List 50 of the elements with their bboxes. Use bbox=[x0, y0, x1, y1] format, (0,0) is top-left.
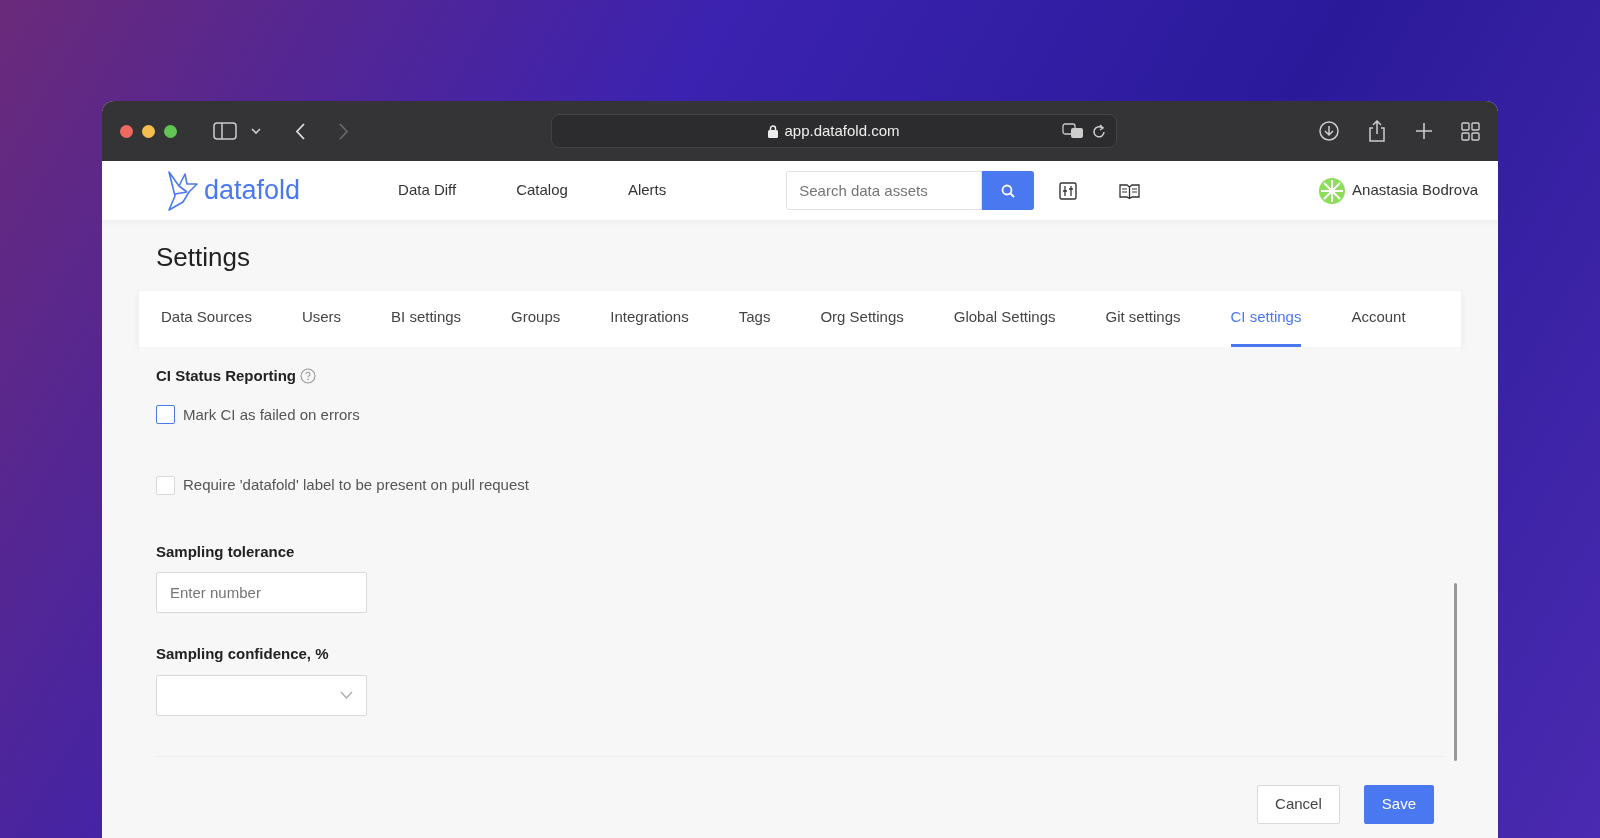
tab[interactable]: Groups bbox=[511, 291, 561, 347]
checkbox-label[interactable]: Require 'datafold' label to be present on pull request bbox=[183, 474, 529, 497]
tab[interactable]: Account bbox=[1351, 291, 1406, 347]
nav-link[interactable]: Catalog bbox=[516, 179, 568, 202]
nav-link[interactable]: Data Diff bbox=[398, 179, 457, 202]
tab[interactable]: Tags bbox=[738, 291, 771, 347]
translate-icon[interactable] bbox=[1062, 123, 1084, 139]
logo-bird-icon[interactable] bbox=[166, 169, 200, 212]
number-field[interactable]: Enter number bbox=[156, 572, 367, 613]
tabs-grid-icon[interactable] bbox=[1461, 121, 1480, 141]
nav-link[interactable]: Alerts bbox=[627, 179, 667, 202]
field-label: Sampling confidence, % bbox=[156, 644, 330, 664]
checkbox-label[interactable]: Mark CI as failed on errors bbox=[183, 403, 360, 426]
save-button[interactable]: Save bbox=[1363, 784, 1434, 824]
search-button[interactable] bbox=[982, 171, 1035, 210]
tab[interactable]: Integrations bbox=[610, 291, 689, 347]
select-field[interactable] bbox=[156, 674, 367, 716]
search-icon bbox=[1001, 183, 1016, 198]
tab[interactable]: Org Settings bbox=[820, 291, 904, 347]
tab[interactable]: BI settings bbox=[391, 291, 462, 347]
user-name[interactable]: Anastasia Bodrova bbox=[1352, 179, 1478, 202]
minimize-icon[interactable] bbox=[142, 124, 155, 138]
address-bar[interactable]: app.datafold.com bbox=[551, 114, 1117, 148]
book-icon[interactable] bbox=[1119, 182, 1141, 199]
address-text: app.datafold.com bbox=[784, 120, 900, 141]
sidebar-icon[interactable] bbox=[213, 122, 237, 140]
field-label: Sampling tolerance bbox=[156, 541, 296, 562]
tab[interactable]: Data Sources bbox=[161, 291, 252, 347]
checkbox[interactable] bbox=[156, 405, 175, 425]
scrollbar[interactable] bbox=[1454, 583, 1457, 761]
tab[interactable]: Git settings bbox=[1105, 291, 1181, 347]
search-field[interactable]: Search data assets bbox=[786, 171, 983, 210]
back-icon[interactable] bbox=[295, 122, 305, 140]
reload-icon[interactable] bbox=[1092, 124, 1106, 139]
tab[interactable]: Global Settings bbox=[953, 291, 1056, 347]
sliders-icon[interactable] bbox=[1059, 181, 1078, 200]
download-icon[interactable] bbox=[1319, 121, 1339, 141]
chevron-down-icon bbox=[340, 691, 353, 699]
share-icon[interactable] bbox=[1367, 120, 1387, 142]
tab[interactable]: Users bbox=[301, 291, 342, 347]
page-title: Settings bbox=[156, 241, 251, 274]
chevron-down-icon[interactable] bbox=[251, 127, 261, 135]
close-icon[interactable] bbox=[120, 124, 133, 138]
cancel-button[interactable]: Cancel bbox=[1257, 784, 1340, 824]
section-title: CI Status Reporting bbox=[156, 366, 296, 386]
plus-icon[interactable] bbox=[1415, 122, 1433, 140]
help-icon[interactable] bbox=[300, 368, 316, 385]
lock-icon bbox=[768, 124, 779, 138]
logo-text[interactable]: datafold bbox=[204, 170, 301, 211]
maximize-icon[interactable] bbox=[164, 124, 177, 138]
